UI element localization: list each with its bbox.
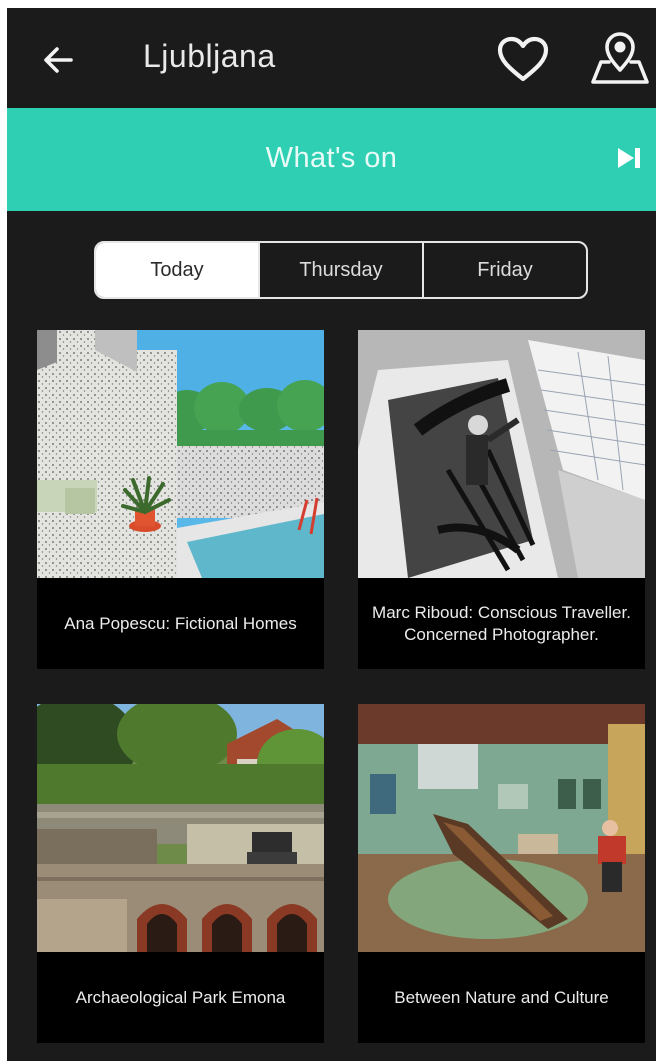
event-card[interactable]: Ana Popescu: Fictional Homes — [37, 330, 324, 669]
favorite-button[interactable] — [495, 36, 551, 84]
skip-next-icon — [618, 148, 640, 168]
event-card[interactable]: Between Nature and Culture — [358, 704, 645, 1043]
event-card[interactable]: Archaeological Park Emona — [37, 704, 324, 1043]
whats-on-banner: What's on — [7, 108, 656, 211]
event-image — [358, 704, 645, 952]
event-image — [358, 330, 645, 578]
heart-outline-icon — [497, 36, 549, 82]
event-title: Archaeological Park Emona — [75, 987, 286, 1007]
map-button[interactable] — [589, 30, 651, 88]
map-pin-icon — [591, 32, 649, 84]
event-image — [37, 330, 324, 578]
event-image — [37, 704, 324, 952]
day-selector: Today Thursday Friday — [94, 241, 588, 299]
tab-thursday[interactable]: Thursday — [258, 243, 422, 297]
page-title: Ljubljana — [143, 38, 276, 74]
tab-friday[interactable]: Friday — [422, 243, 586, 297]
event-title: Marc Riboud: Conscious Traveller. Concer… — [372, 602, 631, 644]
app-screen: Ljubljana What's on Today Thursday Frida… — [7, 8, 656, 1061]
banner-title: What's on — [265, 142, 398, 174]
arrow-left-icon — [44, 47, 73, 73]
tab-today[interactable]: Today — [96, 243, 258, 297]
event-title: Ana Popescu: Fictional Homes — [64, 613, 297, 633]
app-bar: Ljubljana — [7, 8, 656, 106]
back-button[interactable] — [37, 38, 81, 82]
event-card[interactable]: Marc Riboud: Conscious Traveller. Concer… — [358, 330, 645, 669]
skip-next-button[interactable] — [615, 146, 643, 170]
event-title: Between Nature and Culture — [394, 987, 609, 1007]
